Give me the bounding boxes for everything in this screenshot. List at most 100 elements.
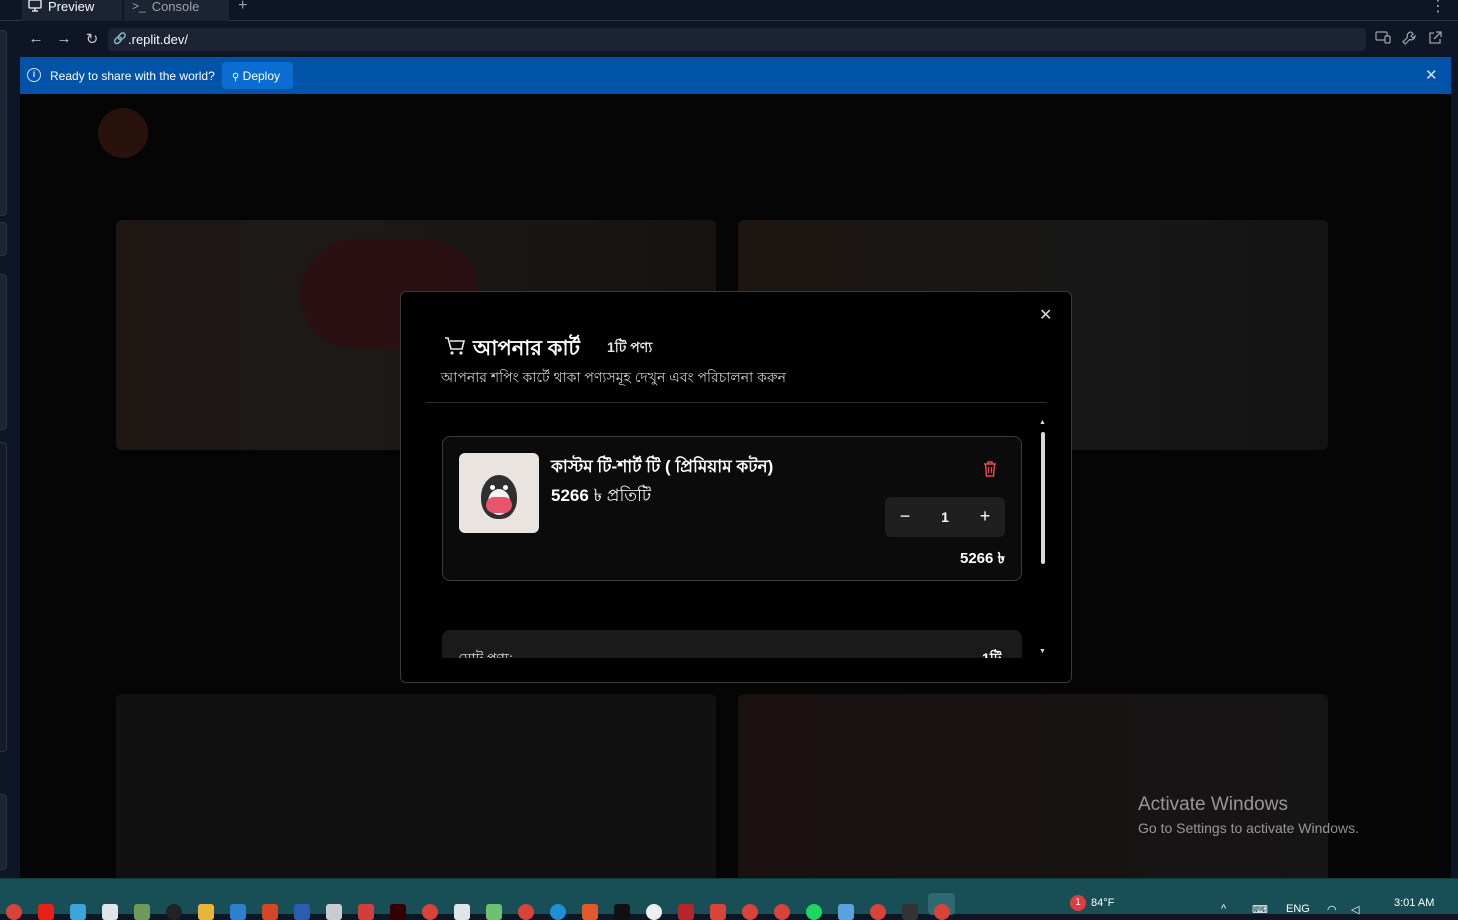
more-menu-button[interactable]: ⋮ bbox=[1430, 0, 1446, 16]
add-tab-button[interactable]: + bbox=[238, 0, 247, 15]
app-icon[interactable] bbox=[678, 904, 694, 920]
summary-value: 1টি bbox=[982, 650, 1002, 658]
cart-dialog: ✕ আপনার কার্ট 1টি পণ্য আপনার শপিং কার্টে… bbox=[400, 291, 1072, 683]
backdrop-logo bbox=[98, 108, 148, 158]
volume-icon[interactable]: ◁ bbox=[1351, 903, 1359, 916]
url-text: .replit.dev/ bbox=[128, 32, 188, 47]
modal-scrollbar[interactable]: ▲ ▼ bbox=[1039, 419, 1047, 662]
scrollbar-thumb[interactable] bbox=[1041, 432, 1045, 564]
panel-segment bbox=[0, 794, 7, 870]
plus-icon[interactable]: + bbox=[975, 506, 995, 527]
cart-title: আপনার কার্ট bbox=[473, 337, 580, 360]
chrome-icon[interactable] bbox=[870, 904, 886, 920]
preview-address-row: ← → ↻ 🔗 .replit.dev/ bbox=[0, 22, 1458, 57]
external-link-icon[interactable] bbox=[1428, 31, 1442, 48]
scroll-up-icon[interactable]: ▲ bbox=[1039, 419, 1046, 426]
chrome-icon[interactable] bbox=[934, 904, 950, 920]
app-icon[interactable] bbox=[486, 904, 502, 920]
url-field[interactable]: 🔗 .replit.dev/ bbox=[108, 28, 1366, 51]
watermark-title: Activate Windows bbox=[1138, 794, 1288, 815]
minus-icon[interactable]: − bbox=[895, 506, 915, 527]
line-total: 5266 ৳ bbox=[959, 550, 1005, 567]
chrome-icon[interactable] bbox=[742, 904, 758, 920]
chevron-up-icon[interactable]: ^ bbox=[1221, 903, 1226, 915]
app-icon[interactable] bbox=[358, 904, 374, 920]
ide-left-panel bbox=[0, 22, 20, 878]
language-indicator[interactable]: ENG bbox=[1286, 903, 1310, 915]
windows-taskbar: 1 84°F ^ ⌨ ENG ◠ ◁ 3:01 AM bbox=[0, 878, 1458, 920]
spotify-icon[interactable] bbox=[806, 904, 822, 920]
app-icon[interactable] bbox=[646, 904, 662, 920]
youtube-icon[interactable] bbox=[38, 904, 54, 920]
activate-windows-watermark: Activate Windows Go to Settings to activ… bbox=[1138, 794, 1359, 836]
weather-badge: 1 bbox=[1070, 895, 1086, 911]
deploy-banner: i Ready to share with the world? ⚲ Deplo… bbox=[20, 57, 1451, 94]
workspace-tab-bar: Preview >_ Console + ⋮ bbox=[0, 0, 1458, 21]
back-arrow-icon[interactable]: ← bbox=[27, 30, 45, 47]
devices-icon[interactable] bbox=[1375, 31, 1391, 47]
close-icon[interactable]: ✕ bbox=[1425, 66, 1438, 84]
product-name: কাস্টম টি-শার্ট টি ( প্রিমিয়াম কটন) bbox=[551, 457, 774, 476]
quantity-stepper: − 1 + bbox=[885, 497, 1005, 537]
folder-icon[interactable] bbox=[198, 904, 214, 920]
product-price-unit: ৳ প্রতিটি bbox=[593, 486, 652, 505]
tab-preview[interactable]: Preview bbox=[22, 0, 122, 21]
backdrop-product-left bbox=[116, 694, 716, 878]
banner-message: Ready to share with the world? bbox=[50, 69, 215, 83]
app-icon[interactable] bbox=[102, 904, 118, 920]
app-icon[interactable] bbox=[70, 904, 86, 920]
vscode-icon[interactable] bbox=[230, 904, 246, 920]
cart-item: কাস্টম টি-শার্ট টি ( প্রিমিয়াম কটন) 526… bbox=[442, 436, 1022, 581]
tab-console-label: Console bbox=[151, 0, 200, 14]
cart-icon bbox=[444, 336, 466, 361]
wrench-icon[interactable] bbox=[1402, 31, 1416, 48]
powerpoint-icon[interactable] bbox=[262, 904, 278, 920]
divider bbox=[426, 402, 1047, 403]
backdrop-product-right bbox=[738, 694, 1328, 878]
app-icon[interactable] bbox=[614, 904, 630, 920]
wifi-icon[interactable]: ◠ bbox=[1327, 903, 1337, 916]
reload-icon[interactable]: ↻ bbox=[83, 30, 101, 48]
product-price-value: 5266 bbox=[551, 486, 589, 505]
terminal-icon[interactable] bbox=[902, 904, 918, 920]
weather-temp[interactable]: 84°F bbox=[1091, 897, 1114, 909]
app-icon[interactable] bbox=[454, 904, 470, 920]
app-icon[interactable] bbox=[326, 904, 342, 920]
close-icon[interactable]: ✕ bbox=[1039, 305, 1052, 325]
summary-label: মোট পণ্য: bbox=[458, 650, 513, 658]
quantity-value: 1 bbox=[941, 509, 949, 525]
product-image bbox=[459, 453, 539, 533]
keyboard-icon[interactable]: ⌨ bbox=[1252, 903, 1268, 916]
order-summary: মোট পণ্য: 1টি bbox=[442, 630, 1022, 658]
app-icon[interactable] bbox=[166, 904, 182, 920]
cart-item-count: 1টি পণ্য bbox=[607, 339, 653, 355]
panel-segment bbox=[0, 442, 7, 752]
deploy-button-label: Deploy bbox=[242, 69, 281, 83]
illustrator-icon[interactable] bbox=[390, 904, 406, 920]
deploy-button[interactable]: ⚲ Deploy bbox=[222, 62, 293, 89]
brave-icon[interactable] bbox=[582, 904, 598, 920]
panel-segment bbox=[0, 30, 7, 216]
trash-icon[interactable] bbox=[983, 461, 999, 479]
terminal-icon: >_ bbox=[132, 0, 146, 13]
tab-preview-label: Preview bbox=[48, 0, 95, 14]
chrome-icon[interactable] bbox=[774, 904, 790, 920]
monitor-icon bbox=[28, 0, 42, 14]
scroll-down-icon[interactable]: ▼ bbox=[1039, 648, 1046, 655]
edge-icon[interactable] bbox=[550, 904, 566, 920]
app-icon[interactable] bbox=[710, 904, 726, 920]
cart-description: আপনার শপিং কার্টে থাকা পণ্যসমূহ দেখুন এব… bbox=[441, 369, 786, 385]
product-price: 5266 ৳ প্রতিটি bbox=[551, 483, 651, 511]
chrome-icon[interactable] bbox=[422, 904, 438, 920]
app-icon[interactable] bbox=[838, 904, 854, 920]
panel-segment bbox=[0, 222, 7, 256]
chrome-icon[interactable] bbox=[6, 904, 22, 920]
forward-arrow-icon[interactable]: → bbox=[55, 30, 73, 47]
app-icon[interactable] bbox=[294, 904, 310, 920]
app-icon[interactable] bbox=[134, 904, 150, 920]
chrome-icon[interactable] bbox=[518, 904, 534, 920]
watermark-subtitle: Go to Settings to activate Windows. bbox=[1138, 820, 1359, 836]
deploy-icon: ⚲ bbox=[232, 72, 240, 83]
tab-console[interactable]: >_ Console bbox=[123, 0, 229, 21]
clock[interactable]: 3:01 AM bbox=[1394, 897, 1434, 909]
